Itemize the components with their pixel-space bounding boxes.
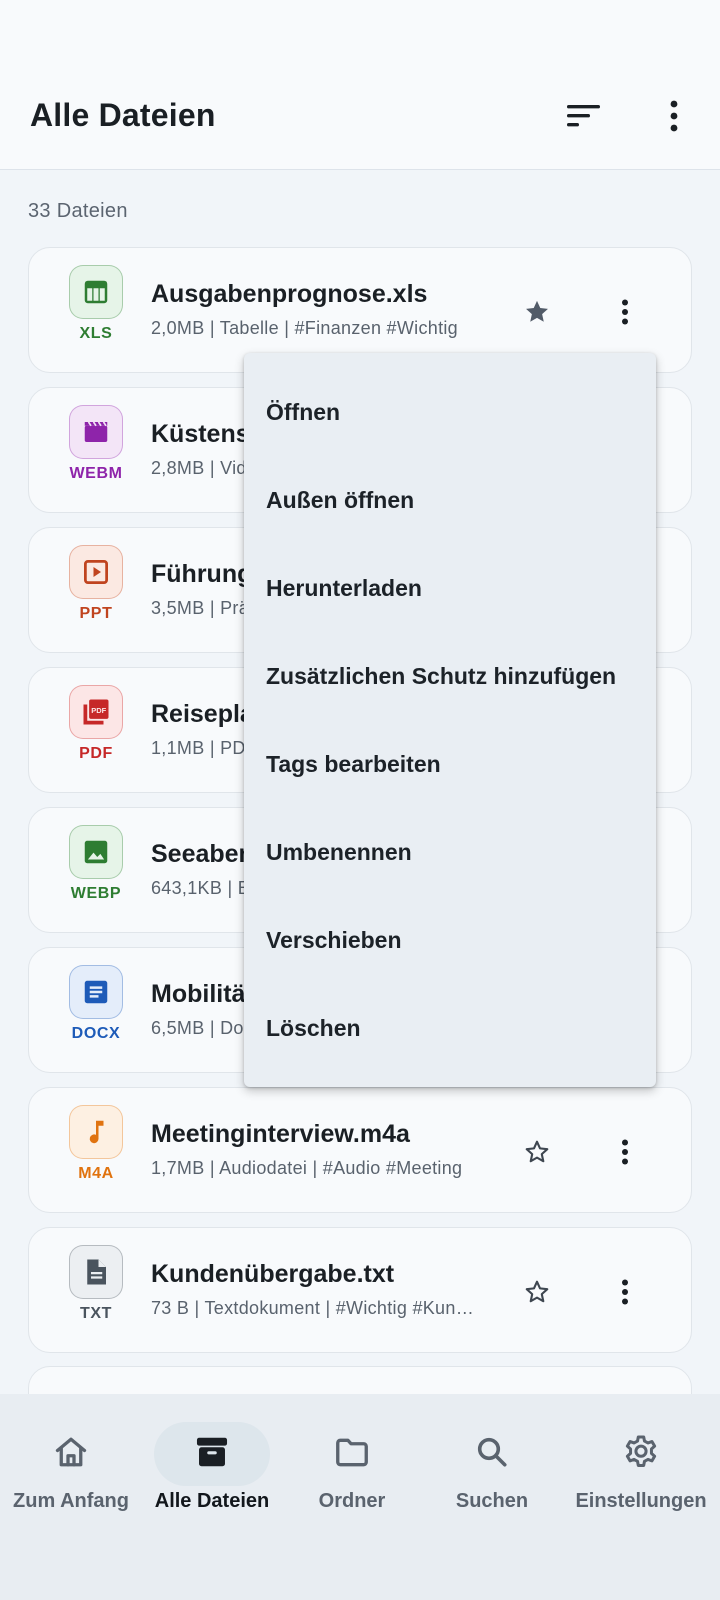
more-vert-icon[interactable]: [605, 1272, 645, 1312]
file-card[interactable]: TXT Kundenübergabe.txt 73 B | Textdokument…: [28, 1227, 692, 1353]
more-options-button[interactable]: [654, 96, 694, 136]
app-bar: Alle Dateien: [0, 0, 720, 170]
nav-item-settings[interactable]: Einstellungen: [562, 1394, 720, 1544]
file-extension: M4A: [78, 1165, 114, 1182]
search-icon: [472, 1432, 512, 1472]
file-extension: WEBM: [69, 465, 123, 482]
bottom-navigation: Zum Anfang Alle Dateien Ordner Suchen Ei…: [0, 1394, 720, 1600]
more-vert-icon[interactable]: [605, 292, 645, 332]
svg-text:PDF: PDF: [91, 706, 106, 715]
nav-item-all-files[interactable]: Alle Dateien: [142, 1394, 282, 1544]
sort-icon: [567, 105, 600, 127]
sort-button[interactable]: [560, 96, 608, 136]
file-name: Ausgabenprognose.xls: [151, 280, 428, 308]
archive-icon: [192, 1432, 232, 1472]
nav-item-home[interactable]: Zum Anfang: [0, 1394, 142, 1544]
menu-item-add-protection[interactable]: Zusätzlichen Schutz hinzufügen: [244, 632, 656, 720]
music-note-icon: [69, 1105, 123, 1159]
menu-item-edit-tags[interactable]: Tags bearbeiten: [244, 720, 656, 808]
spreadsheet-icon: [69, 265, 123, 319]
file-card[interactable]: M4A Meetinginterview.m4a 1,7MB | Audiodate…: [28, 1087, 692, 1213]
menu-item-delete[interactable]: Löschen: [244, 984, 656, 1072]
more-vert-icon[interactable]: [605, 1132, 645, 1172]
home-icon: [51, 1432, 91, 1472]
nav-label-search: Suchen: [455, 1490, 529, 1512]
nav-label-all-files: Alle Dateien: [154, 1490, 270, 1512]
file-meta: 73 B | Textdokument | #Wichtig #Kunden: [151, 1298, 481, 1318]
slideshow-icon: [69, 545, 123, 599]
menu-item-rename[interactable]: Umbenennen: [244, 808, 656, 896]
gear-icon: [621, 1432, 661, 1472]
menu-item-download[interactable]: Herunterladen: [244, 544, 656, 632]
file-meta: 2,0MB | Tabelle | #Finanzen #Wichtig: [151, 318, 458, 338]
nav-label-settings: Einstellungen: [575, 1490, 707, 1512]
page-title: Alle Dateien: [30, 97, 216, 133]
file-extension: WEBP: [70, 885, 122, 902]
image-icon: [69, 825, 123, 879]
file-count: 33 Dateien: [28, 200, 128, 222]
context-menu: Öffnen Außen öffnen Herunterladen Zusätz…: [244, 353, 656, 1087]
video-icon: [69, 405, 123, 459]
more-vert-icon: [670, 100, 678, 132]
file-extension: PDF: [79, 745, 113, 762]
document-icon: [69, 965, 123, 1019]
nav-label-folders: Ordner: [318, 1490, 386, 1512]
pdf-icon: PDF: [69, 685, 123, 739]
file-name: Kundenübergabe.txt: [151, 1260, 395, 1288]
menu-item-open-external[interactable]: Außen öffnen: [244, 456, 656, 544]
file-name: Meetinginterview.m4a: [151, 1120, 410, 1148]
folder-icon: [332, 1432, 372, 1472]
file-extension: DOCX: [71, 1025, 121, 1042]
star-filled-icon[interactable]: [517, 292, 557, 332]
nav-item-search[interactable]: Suchen: [422, 1394, 562, 1544]
star-outline-icon[interactable]: [517, 1132, 557, 1172]
file-extension: TXT: [79, 1305, 113, 1322]
star-outline-icon[interactable]: [517, 1272, 557, 1312]
menu-item-open[interactable]: Öffnen: [244, 368, 656, 456]
nav-label-home: Zum Anfang: [13, 1490, 129, 1512]
file-extension: XLS: [79, 325, 113, 342]
file-meta: 1,7MB | Audiodatei | #Audio #Meeting: [151, 1158, 463, 1178]
nav-item-folders[interactable]: Ordner: [282, 1394, 422, 1544]
file-extension: PPT: [79, 605, 113, 622]
text-file-icon: [69, 1245, 123, 1299]
menu-item-move[interactable]: Verschieben: [244, 896, 656, 984]
